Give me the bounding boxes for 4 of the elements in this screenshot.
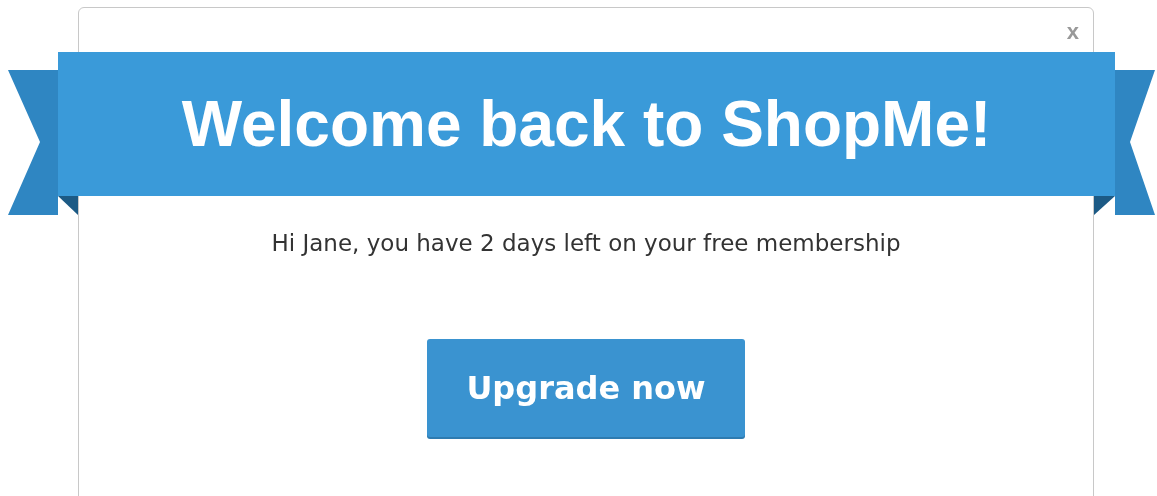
membership-message: Hi Jane, you have 2 days left on your free membership (271, 229, 901, 258)
close-button[interactable]: x (1062, 20, 1083, 44)
welcome-title: Welcome back to ShopMe! (181, 88, 992, 160)
upgrade-button[interactable]: Upgrade now (427, 339, 745, 437)
